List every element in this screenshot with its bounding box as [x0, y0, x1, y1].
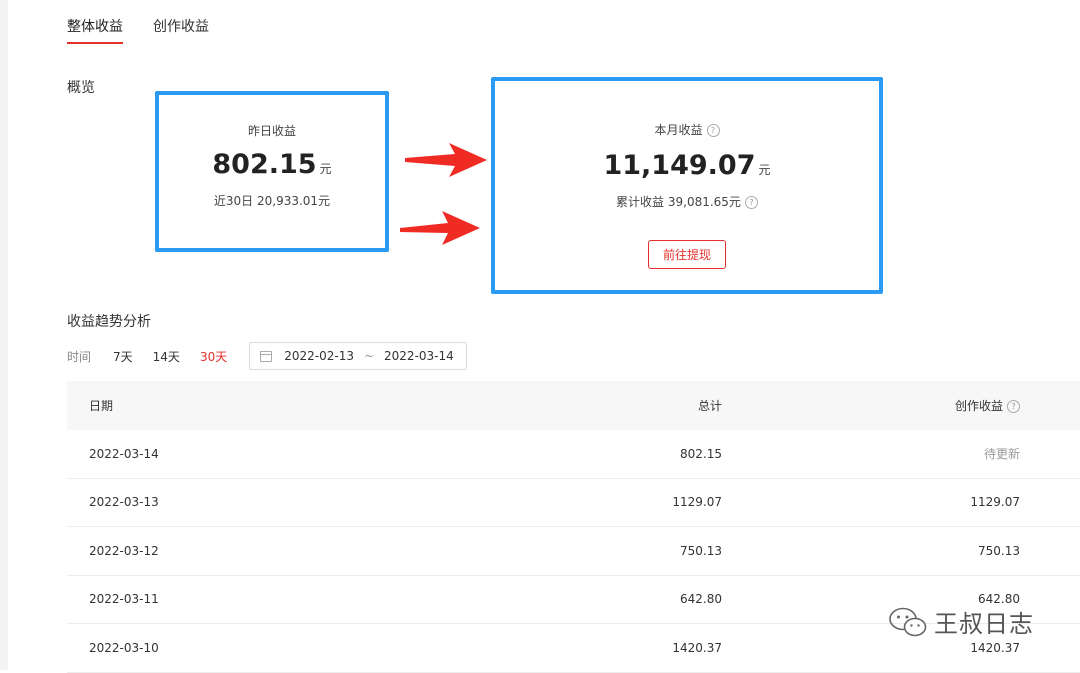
yesterday-value-line: 802.15 元 — [159, 149, 385, 180]
date-range-picker[interactable]: 2022-02-13 ~ 2022-03-14 — [249, 342, 468, 370]
header-total: 总计 — [697, 399, 722, 413]
withdraw-row: 前往提现 — [495, 240, 879, 269]
time-filter: 时间 7天 14天 30天 2022-02-13 ~ 2022-03-14 — [67, 342, 468, 370]
cell-date: 2022-03-14 — [89, 446, 159, 461]
yesterday-earnings-card: 昨日收益 802.15 元 近30日 20,933.01元 — [155, 91, 389, 252]
cell-date: 2022-03-13 — [89, 495, 159, 510]
month-label: 本月收益 — [654, 123, 703, 137]
yesterday-value: 802.15 — [212, 149, 317, 180]
cell-creation: 750.13 — [978, 543, 1020, 558]
yesterday-unit: 元 — [319, 162, 332, 176]
cell-date: 2022-03-11 — [89, 592, 159, 607]
watermark-text: 王叔日志 — [934, 610, 1034, 638]
header-creation: 创作收益? — [722, 397, 1020, 414]
month-unit: 元 — [758, 163, 771, 177]
cell-date: 2022-03-10 — [89, 640, 159, 655]
date-separator: ~ — [363, 349, 375, 363]
trend-title: 收益趋势分析 — [67, 314, 151, 330]
table-row: 2022-03-13 1129.07 1129.07 — [67, 479, 1080, 527]
cell-creation: 1129.07 — [970, 495, 1020, 510]
month-value-line: 11,149.07 元 — [495, 150, 879, 181]
cell-total: 802.15 — [680, 446, 722, 461]
range-7-days[interactable]: 7天 — [113, 348, 133, 365]
withdraw-button[interactable]: 前往提现 — [647, 240, 726, 269]
month-value: 11,149.07 — [603, 150, 756, 181]
header-date: 日期 — [89, 399, 114, 413]
help-icon[interactable]: ? — [706, 124, 720, 137]
last-30-days-earnings: 近30日 20,933.01元 — [213, 194, 331, 208]
yesterday-label: 昨日收益 — [247, 124, 296, 138]
date-start: 2022-02-13 — [284, 349, 354, 363]
wechat-icon — [889, 607, 927, 636]
cumulative-earnings: 累计收益 39,081.65元 — [616, 195, 741, 209]
cell-creation: 1420.37 — [970, 640, 1020, 655]
left-edge — [0, 0, 8, 670]
overview-title: 概览 — [67, 80, 95, 96]
table-row: 2022-03-12 750.13 750.13 — [67, 527, 1080, 576]
range-14-days[interactable]: 14天 — [153, 348, 180, 365]
table-header: 日期 总计 创作收益? — [67, 381, 1080, 430]
cell-total: 642.80 — [680, 592, 722, 607]
red-arrow-icon — [400, 211, 480, 245]
cumulative-earnings-line: 累计收益 39,081.65元? — [495, 193, 879, 210]
tab-overall-earnings[interactable]: 整体收益 — [67, 16, 123, 44]
cell-creation: 待更新 — [983, 447, 1020, 462]
calendar-icon — [260, 350, 273, 362]
table-row: 2022-03-14 802.15 待更新 — [67, 430, 1080, 479]
month-earnings-card: 本月收益? 11,149.07 元 累计收益 39,081.65元? 前往提现 — [491, 77, 883, 294]
red-arrow-icon — [405, 143, 487, 177]
month-label-line: 本月收益? — [495, 121, 879, 138]
help-icon[interactable]: ? — [1007, 400, 1020, 413]
cell-date: 2022-03-12 — [89, 543, 159, 558]
date-end: 2022-03-14 — [384, 349, 454, 363]
cell-total: 750.13 — [680, 543, 722, 558]
tab-bar: 整体收益 创作收益 — [67, 16, 209, 44]
cell-total: 1420.37 — [672, 640, 722, 655]
range-30-days[interactable]: 30天 — [200, 348, 227, 365]
help-icon[interactable]: ? — [744, 196, 758, 209]
watermark: 王叔日志 — [888, 604, 1034, 639]
tab-creation-earnings[interactable]: 创作收益 — [153, 16, 209, 44]
header-creation-label: 创作收益 — [954, 399, 1003, 413]
cell-total: 1129.07 — [672, 495, 722, 510]
time-label: 时间 — [67, 349, 92, 364]
